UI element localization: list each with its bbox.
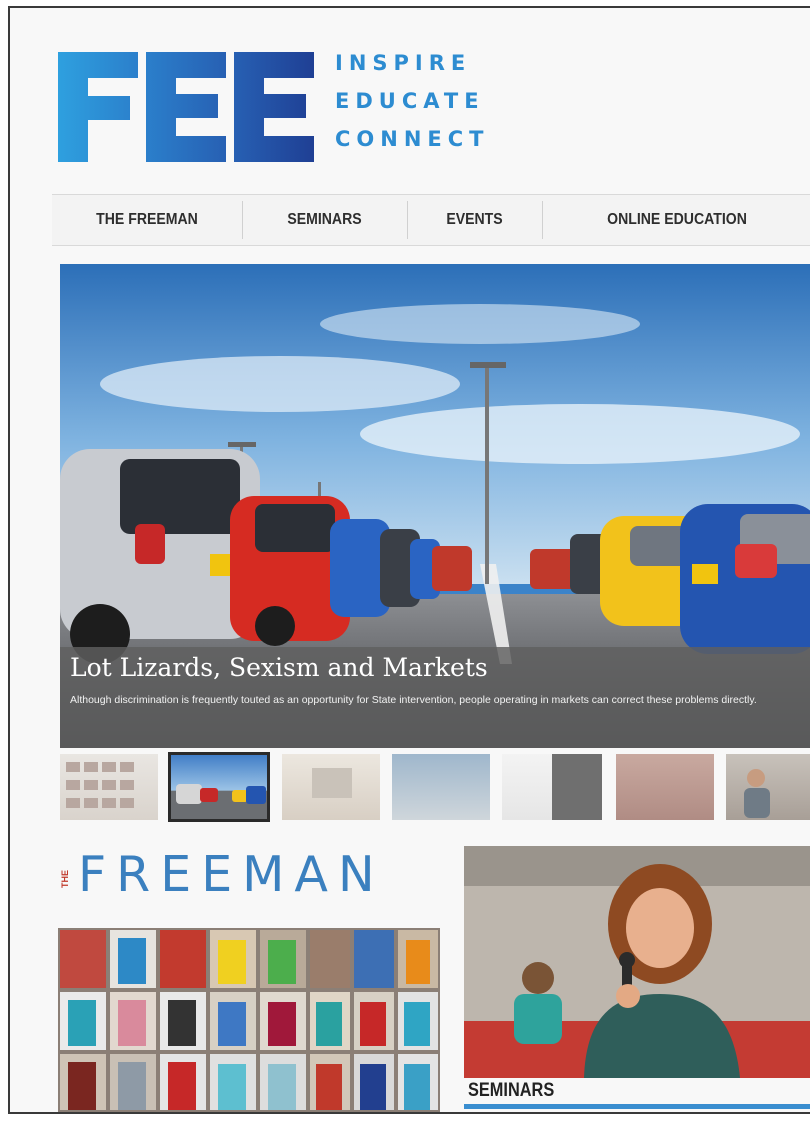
seminars-label[interactable]: SEMINARS <box>468 1080 554 1102</box>
freeman-feature[interactable]: THE FREEMAN <box>58 846 440 1112</box>
fee-logo[interactable]: INSPIRE EDUCATE CONNECT <box>56 44 484 170</box>
logo-tagline: INSPIRE EDUCATE CONNECT <box>335 44 490 158</box>
thumbnail-item-active[interactable] <box>168 752 270 822</box>
hero-title[interactable]: Lot Lizards, Sexism and Markets <box>70 653 488 682</box>
seminars-underline <box>464 1104 810 1109</box>
hero-slide[interactable]: Lot Lizards, Sexism and Markets Although… <box>60 264 810 748</box>
seminars-feature[interactable]: SEMINARS <box>464 846 810 1112</box>
thumbnail-item[interactable] <box>392 754 490 820</box>
thumbnail-item[interactable] <box>552 754 602 820</box>
thumbnail-item[interactable] <box>726 754 810 820</box>
seminars-image <box>464 846 810 1078</box>
tagline-connect: CONNECT <box>335 127 490 151</box>
thumbnail-item[interactable] <box>282 754 380 820</box>
slider-thumbnails <box>60 752 810 824</box>
nav-divider <box>542 201 543 239</box>
thumbnail-item[interactable] <box>60 754 158 820</box>
nav-divider <box>242 201 243 239</box>
seminars-photo <box>464 846 810 1078</box>
tagline-educate: EDUCATE <box>335 89 485 113</box>
hero-description: Although discrimination is frequently to… <box>70 694 757 706</box>
freeman-cover-image <box>58 928 440 1112</box>
thumbnail-image <box>66 762 134 808</box>
nav-item-the-freeman[interactable]: THE FREEMAN <box>63 195 230 245</box>
nav-item-online-education[interactable]: ONLINE EDUCATION <box>558 195 796 245</box>
thumbnail-image <box>176 784 266 804</box>
nav-item-events[interactable]: EVENTS <box>415 195 534 245</box>
nav-item-seminars[interactable]: SEMINARS <box>252 195 397 245</box>
thumbnail-image <box>312 768 352 798</box>
freeman-title[interactable]: FREEMAN <box>78 846 385 903</box>
thumbnail-item[interactable] <box>616 754 714 820</box>
nav-divider <box>407 201 408 239</box>
thumbnail-item[interactable] <box>502 754 552 820</box>
tagline-inspire: INSPIRE <box>335 51 472 75</box>
freeman-prefix: THE <box>60 870 70 888</box>
main-nav: THE FREEMAN SEMINARS EVENTS ONLINE EDUCA… <box>52 194 810 246</box>
page-frame: INSPIRE EDUCATE CONNECT THE FREEMAN SEMI… <box>8 6 810 1114</box>
thumbnail-image <box>744 769 770 818</box>
fee-logo-letters <box>58 52 314 162</box>
hero-caption: Lot Lizards, Sexism and Markets Although… <box>60 647 810 748</box>
